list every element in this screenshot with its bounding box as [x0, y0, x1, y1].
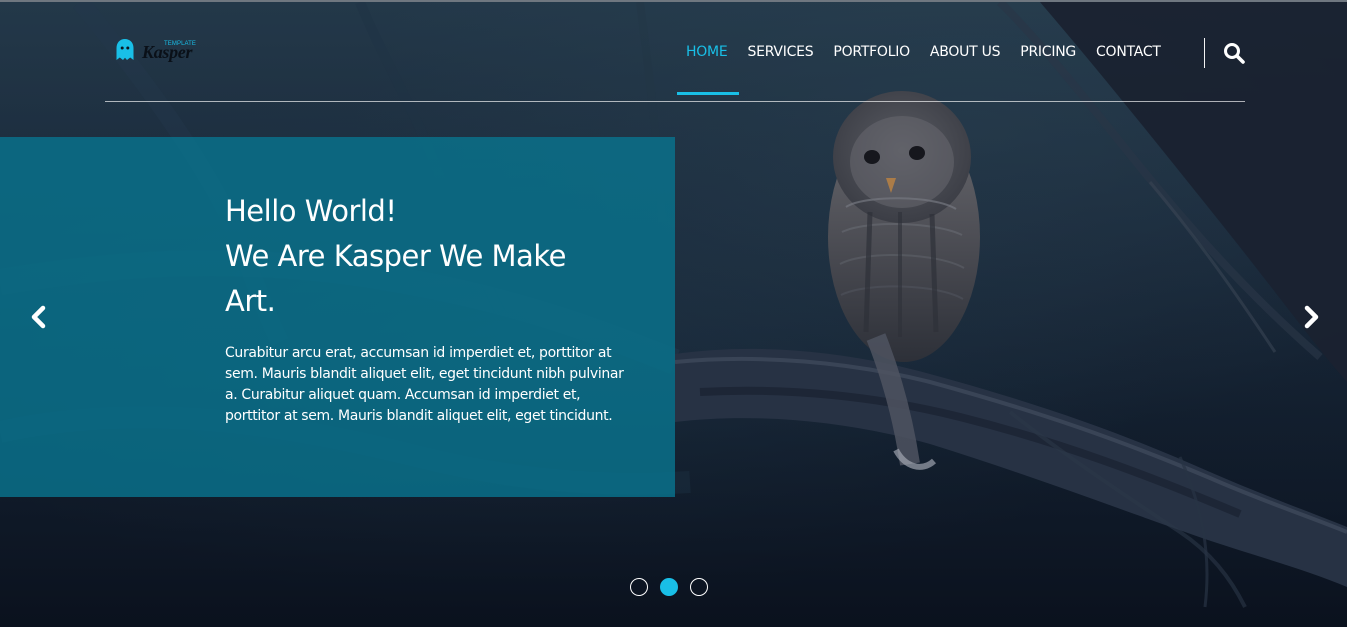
nav-about-us-link[interactable]: ABOUT US — [930, 43, 1001, 61]
chevron-left-icon[interactable] — [26, 303, 52, 331]
nav-contact-link[interactable]: CONTACT — [1096, 43, 1161, 61]
search-icon[interactable] — [1222, 41, 1246, 65]
slide-dot-3[interactable] — [690, 578, 708, 596]
hero-heading-line-1: Hello World! — [225, 194, 397, 228]
hero-heading-line-2: We Are Kasper We Make — [225, 239, 566, 273]
ghost-icon — [116, 39, 134, 60]
nav-home-label: HOME — [686, 44, 728, 60]
hero-slider: TEMPLATE Kasper HOME SERVICES PORTFOLIO … — [0, 0, 1347, 627]
slider-pagination — [629, 578, 713, 600]
hero-caption-box: Hello World! We Are Kasper We Make Art. … — [0, 137, 675, 497]
logo-brand-text: Kasper — [142, 42, 193, 62]
nav-pricing-link[interactable]: PRICING — [1020, 43, 1076, 61]
nav-services-link[interactable]: SERVICES — [747, 43, 813, 61]
nav-portfolio-link[interactable]: PORTFOLIO — [833, 43, 910, 61]
main-navigation: HOME SERVICES PORTFOLIO ABOUT US PRICING… — [677, 2, 1181, 102]
hero-heading-line-3: Art. — [225, 284, 276, 318]
hero-description: Curabitur arcu erat, accumsan id imperdi… — [225, 345, 624, 424]
nav-divider — [1204, 38, 1205, 68]
slide-dot-2[interactable] — [660, 578, 678, 596]
site-header: TEMPLATE Kasper HOME SERVICES PORTFOLIO … — [105, 2, 1245, 102]
hero-heading: Hello World! We Are Kasper We Make Art. — [225, 189, 605, 324]
active-nav-underline — [677, 92, 739, 95]
slide-dot-1[interactable] — [630, 578, 648, 596]
kasper-logo[interactable]: TEMPLATE Kasper — [115, 38, 197, 66]
nav-home-link[interactable]: HOME — [677, 43, 739, 95]
chevron-right-icon[interactable] — [1298, 303, 1324, 331]
